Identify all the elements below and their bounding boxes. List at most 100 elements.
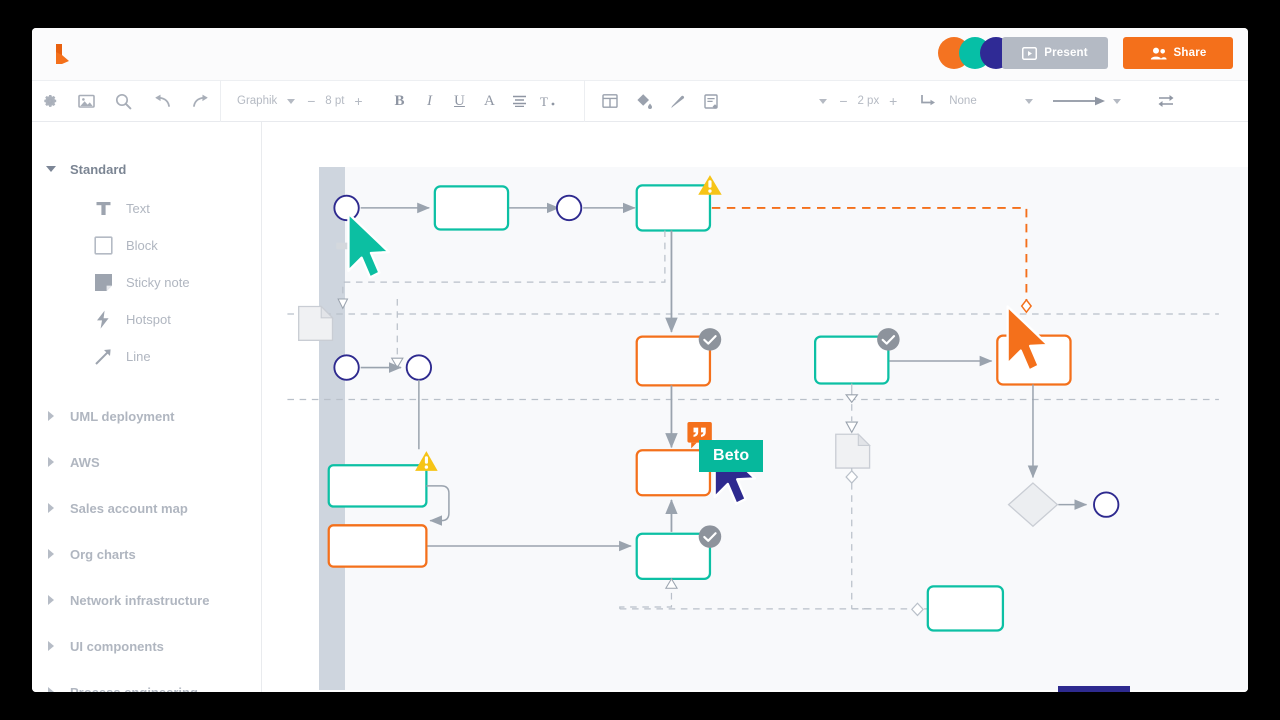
present-button[interactable]: Present	[1002, 37, 1108, 69]
process-box-teal	[433, 185, 510, 231]
arrow-style-chevron-down-icon[interactable]	[1107, 80, 1127, 122]
lucid-logo-icon[interactable]	[50, 41, 76, 67]
collaborator-avatars	[938, 37, 1012, 69]
chevron-right-icon	[32, 687, 70, 692]
present-label: Present	[1044, 47, 1088, 59]
sidebar-item-process-engineering[interactable]: Process engineering	[32, 679, 261, 693]
fill-color-icon[interactable]	[627, 80, 661, 122]
end-circle-node	[1093, 491, 1120, 518]
elbow-line-icon[interactable]	[911, 80, 945, 122]
diagonal-arrow-icon	[88, 348, 118, 366]
diagram-canvas[interactable]: Beto Dax Karla	[263, 122, 1248, 692]
collaborator-label-beto: Beto	[699, 440, 764, 472]
sidebar-category-label: Network infrastructure	[70, 592, 210, 608]
sidebar-category-label: UML deployment	[70, 408, 175, 424]
sidebar-category-label: Process engineering	[70, 684, 198, 693]
dependency-connector	[619, 580, 673, 609]
font-family-label[interactable]: Graphik	[233, 95, 281, 107]
diamond-endpoint	[911, 602, 924, 617]
diagram-svg	[287, 175, 1219, 632]
underline-button[interactable]: U	[444, 80, 474, 122]
app-header: Present Share	[32, 28, 1248, 80]
italic-button[interactable]: I	[414, 80, 444, 122]
chevron-right-icon	[32, 503, 70, 513]
document-node	[298, 305, 334, 341]
sidebar-item-ui-components[interactable]: UI components	[32, 633, 261, 659]
diamond-endpoint	[1020, 298, 1033, 314]
redo-icon[interactable]	[184, 80, 218, 122]
process-box-teal	[813, 335, 890, 385]
sidebar-item-sales-account-map[interactable]: Sales account map	[32, 495, 261, 521]
sidebar-item-uml-deployment[interactable]: UML deployment	[32, 403, 261, 429]
line-width-decrease-button[interactable]: −	[833, 80, 853, 122]
sidebar-item-aws[interactable]: AWS	[32, 449, 261, 475]
sidebar-category-label: UI components	[70, 638, 164, 654]
share-label: Share	[1173, 47, 1207, 59]
sidebar-item-label: Hotspot	[126, 312, 171, 327]
line-spacing-button[interactable]: T	[534, 80, 564, 122]
arrow-line-icon[interactable]	[1051, 80, 1107, 122]
junction-circle-node	[555, 194, 583, 222]
text-t-icon	[88, 200, 118, 217]
people-icon	[1150, 47, 1167, 59]
main-toolbar: Graphik − 8 pt + B I U A T − 2 px + None	[32, 80, 1248, 122]
bold-button[interactable]: B	[384, 80, 414, 122]
line-options-chevron-down-icon[interactable]	[813, 80, 833, 122]
sidebar-item-label: Text	[126, 201, 150, 216]
sidebar-group-label: Standard	[70, 161, 127, 177]
app-window: Present Share Graphik − 8 pt + B I U A T…	[32, 28, 1248, 692]
table-icon[interactable]	[593, 80, 627, 122]
start-circle-node	[333, 194, 360, 222]
line-width-value[interactable]: 2 px	[853, 95, 883, 107]
line-width-increase-button[interactable]: +	[883, 80, 903, 122]
search-icon[interactable]	[107, 80, 141, 122]
sticky-note-icon	[88, 273, 118, 292]
sidebar-category-label: AWS	[70, 454, 100, 470]
sidebar-item-network-infrastructure[interactable]: Network infrastructure	[32, 587, 261, 613]
share-button[interactable]: Share	[1123, 37, 1233, 69]
sidebar-item-block[interactable]: Block	[32, 227, 261, 264]
sidebar-item-org-charts[interactable]: Org charts	[32, 541, 261, 567]
gear-icon[interactable]	[33, 80, 67, 122]
sidebar-item-hotspot[interactable]: Hotspot	[32, 301, 261, 338]
sidebar-group-standard[interactable]: Standard	[32, 156, 261, 182]
process-box-teal	[635, 184, 712, 232]
dependency-connector	[342, 230, 666, 305]
sidebar-item-sticky-note[interactable]: Sticky note	[32, 264, 261, 301]
font-size-value[interactable]: 8 pt	[321, 95, 348, 107]
font-family-chevron-down-icon[interactable]	[281, 80, 301, 122]
undo-icon[interactable]	[145, 80, 179, 122]
font-size-increase-button[interactable]: +	[348, 80, 368, 122]
text-color-button[interactable]: A	[474, 80, 504, 122]
approved-badge	[698, 328, 722, 351]
sidebar-item-text[interactable]: Text	[32, 190, 261, 227]
sidebar-item-label: Sticky note	[126, 275, 190, 290]
line-style-label[interactable]: None	[945, 95, 981, 107]
chevron-right-icon	[32, 595, 70, 605]
circle-node	[405, 354, 433, 381]
line-color-icon[interactable]	[661, 80, 695, 122]
approved-badge	[698, 525, 722, 548]
sidebar-item-label: Line	[126, 349, 151, 364]
chevron-right-icon	[32, 641, 70, 651]
shapes-sidebar: Standard Text Block Sticky note Hotspot …	[32, 122, 262, 692]
process-box-teal	[926, 585, 1005, 632]
svg-text:T: T	[540, 95, 548, 108]
chevron-down-icon	[32, 166, 70, 172]
orange-dashed-connector	[711, 206, 1028, 306]
process-box-teal	[327, 464, 428, 508]
process-box-orange	[635, 335, 712, 387]
circle-node	[333, 354, 360, 381]
process-box-teal	[635, 532, 712, 580]
align-button[interactable]	[504, 80, 534, 122]
font-size-decrease-button[interactable]: −	[301, 80, 321, 122]
collaborator-label-karla: Karla	[1058, 686, 1130, 692]
image-icon[interactable]	[70, 80, 104, 122]
line-style-chevron-down-icon[interactable]	[1019, 80, 1039, 122]
swap-arrows-icon[interactable]	[1149, 80, 1183, 122]
sidebar-item-line[interactable]: Line	[32, 338, 261, 375]
sidebar-category-label: Sales account map	[70, 500, 188, 516]
chevron-right-icon	[32, 549, 70, 559]
theme-icon[interactable]	[695, 80, 729, 122]
lightning-bolt-icon	[88, 310, 118, 329]
